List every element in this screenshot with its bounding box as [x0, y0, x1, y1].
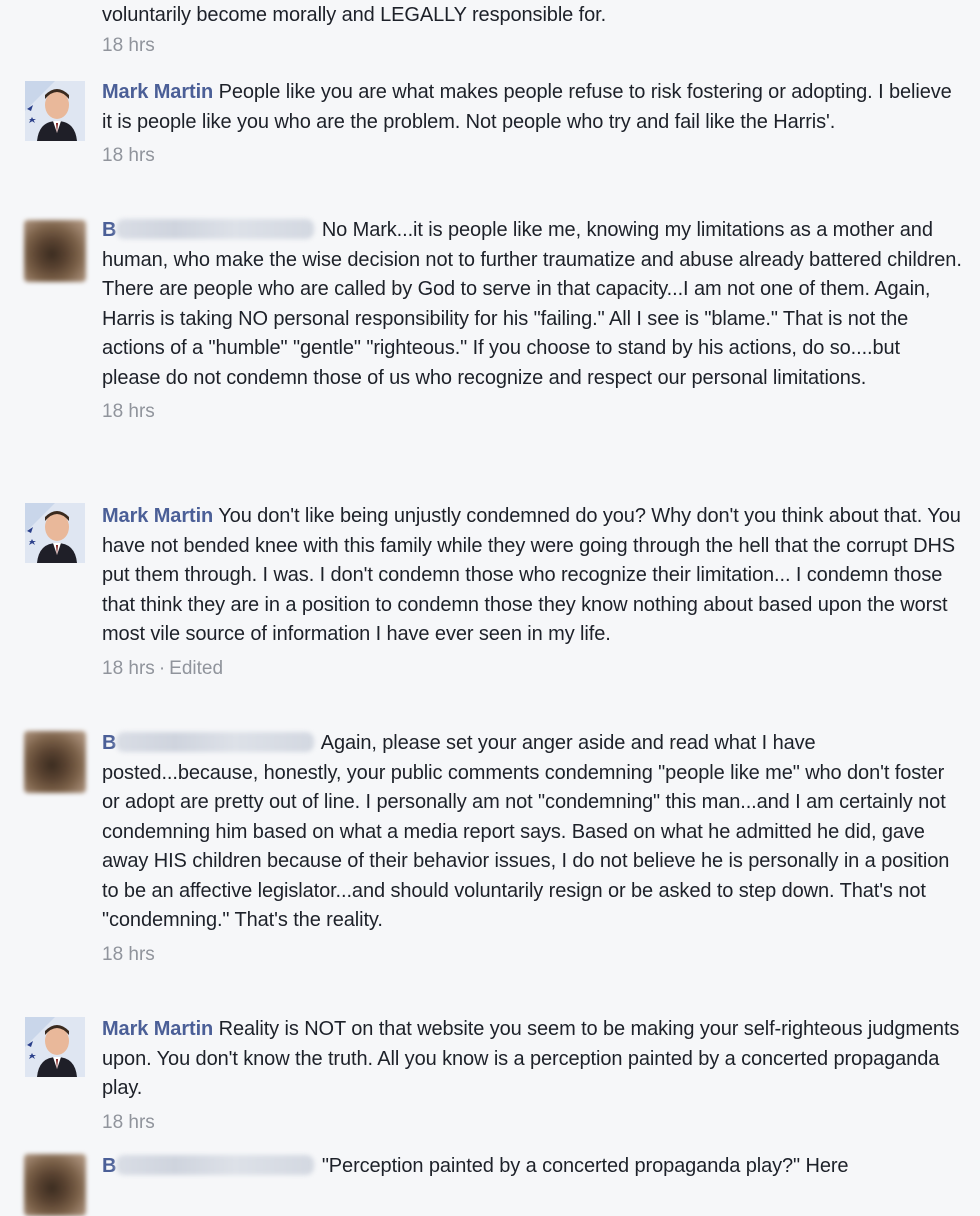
comment-text: No Mark...it is people like me, knowing …: [102, 219, 962, 389]
profile-photo-icon: [25, 81, 85, 141]
comment-timestamp[interactable]: 18 hrs: [102, 944, 155, 965]
comment-author[interactable]: Mark Martin: [102, 505, 213, 527]
meta-separator: ·: [158, 657, 166, 679]
redacted-name: [116, 1154, 315, 1175]
comment-timestamp[interactable]: 18 hrs: [102, 35, 155, 56]
comment-author[interactable]: Mark Martin: [102, 1018, 213, 1040]
edited-label[interactable]: Edited: [169, 658, 223, 679]
avatar[interactable]: [24, 731, 86, 793]
avatar[interactable]: [25, 1017, 85, 1077]
avatar[interactable]: [24, 1154, 86, 1216]
avatar[interactable]: [25, 503, 85, 563]
comment-timestamp[interactable]: 18 hrs: [102, 1112, 155, 1133]
comment-timestamp[interactable]: 18 hrs: [102, 401, 155, 422]
comment-text: Again, please set your anger aside and r…: [102, 732, 950, 931]
profile-photo-icon: [25, 503, 85, 563]
comment-text: You don't like being unjustly condemned …: [102, 505, 961, 645]
comment-author[interactable]: B: [102, 219, 116, 241]
profile-photo-icon: [25, 1017, 85, 1077]
comment-text: "Perception painted by a concerted propa…: [321, 1155, 849, 1177]
comment-author[interactable]: Mark Martin: [102, 81, 213, 103]
avatar[interactable]: [25, 81, 85, 141]
comment-text: Reality is NOT on that website you seem …: [102, 1018, 960, 1099]
comment-thread: voluntarily become morally and LEGALLY r…: [0, 0, 980, 1216]
redacted-name: [116, 731, 315, 752]
comment-text: voluntarily become morally and LEGALLY r…: [102, 4, 607, 26]
avatar[interactable]: [24, 220, 86, 282]
comment-text: People like you are what makes people re…: [102, 81, 952, 133]
comment-timestamp[interactable]: 18 hrs: [102, 145, 155, 166]
comment-author[interactable]: B: [102, 732, 116, 754]
comment-author[interactable]: B: [102, 1155, 116, 1177]
redacted-name: [116, 218, 315, 239]
comment-timestamp[interactable]: 18 hrs: [102, 658, 155, 679]
